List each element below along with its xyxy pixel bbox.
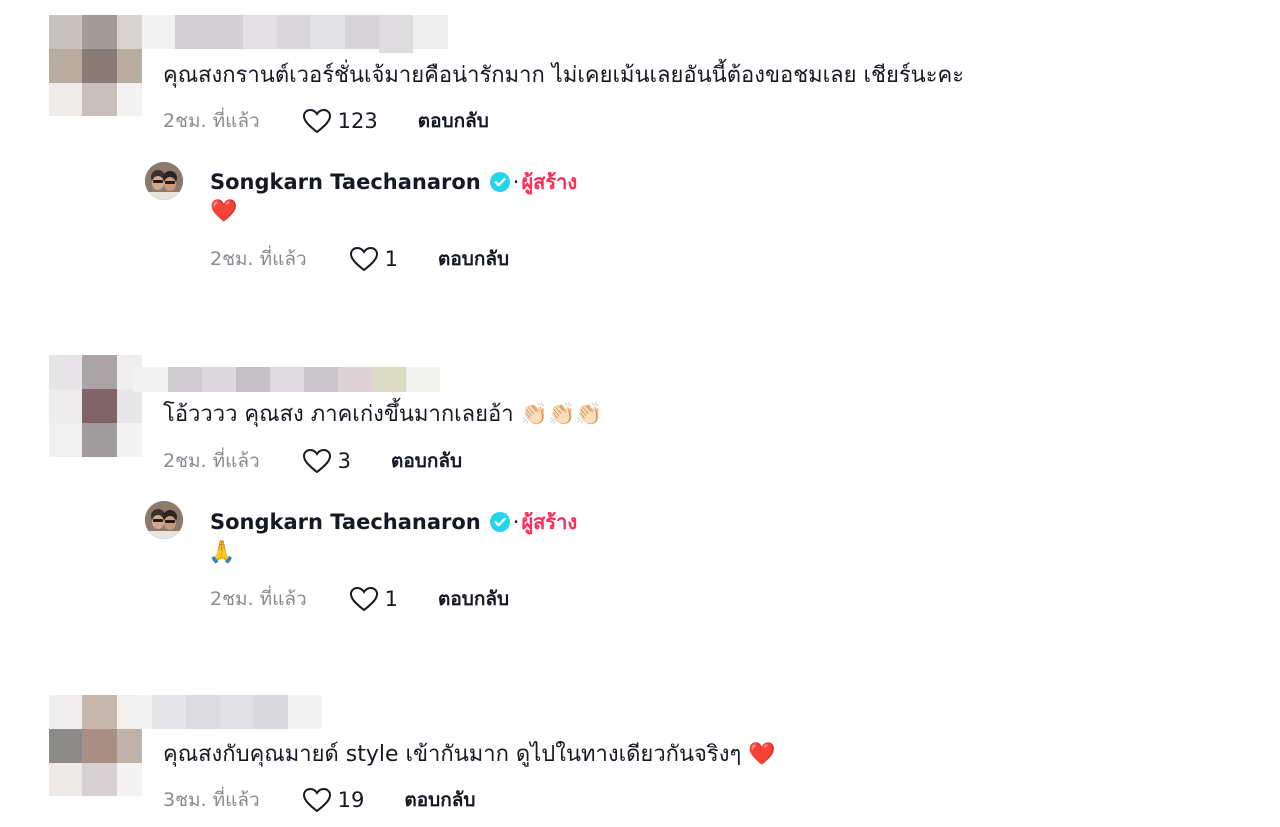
reply-time: 2ชม. ที่แล้ว [210,248,307,270]
like-count: 3 [337,449,352,473]
comment-time: 2ชม. ที่แล้ว [163,110,260,132]
separator-dot: · [512,170,520,194]
separator-dot: · [512,510,520,534]
like-count: 19 [337,788,365,812]
reply-button[interactable]: ตอบกลับ [438,244,509,274]
creator-label: ผู้สร้าง [521,510,578,534]
commenter-username-blurred[interactable] [142,695,322,729]
commenter-username-blurred[interactable] [142,15,448,53]
heart-outline-icon [349,586,378,612]
comment-time: 2ชม. ที่แล้ว [163,450,260,472]
like-button[interactable]: 1 [349,586,398,612]
comment-meta: 2ชม. ที่แล้ว 3 ตอบกลับ [163,446,462,476]
reply-button[interactable]: ตอบกลับ [391,446,462,476]
like-button[interactable]: 1 [349,246,398,272]
like-count: 1 [384,587,399,611]
creator-avatar[interactable] [145,162,183,200]
comment-text: คุณสงกรานต์เวอร์ชั่นเจ้มายคือน่ารักมาก ไ… [163,63,965,88]
commenter-avatar-blurred[interactable] [49,355,142,457]
like-count: 1 [384,247,399,271]
commenter-username-blurred[interactable] [133,367,440,392]
comment-text: โอ้วววว คุณสง ภาคเก่งขึ้นมากเลยอ้า 👏🏻👏🏻👏… [163,402,603,427]
reply-text: ❤️ [210,199,238,224]
commenter-avatar-blurred[interactable] [49,695,142,796]
heart-outline-icon [302,787,331,813]
creator-username-row: Songkarn Taechanaron · ผู้สร้าง [210,166,577,198]
like-count: 123 [337,109,378,133]
creator-username[interactable]: Songkarn Taechanaron [210,170,481,194]
creator-label: ผู้สร้าง [521,170,578,194]
heart-outline-icon [349,246,378,272]
creator-username-row: Songkarn Taechanaron · ผู้สร้าง [210,506,577,538]
verified-badge-icon [489,172,510,192]
reply-button[interactable]: ตอบกลับ [418,106,489,136]
heart-outline-icon [302,448,331,474]
comment-meta: 2ชม. ที่แล้ว 123 ตอบกลับ [163,106,489,136]
comment-meta: 3ชม. ที่แล้ว 19 ตอบกลับ [163,785,475,815]
reply-button[interactable]: ตอบกลับ [404,785,475,815]
comment-time: 3ชม. ที่แล้ว [163,789,260,811]
reply-meta: 2ชม. ที่แล้ว 1 ตอบกลับ [210,584,509,614]
reply-time: 2ชม. ที่แล้ว [210,588,307,610]
creator-username[interactable]: Songkarn Taechanaron [210,510,481,534]
comment-text: คุณสงกับคุณมายด์ style เข้ากันมาก ดูไปใน… [163,742,776,767]
like-button[interactable]: 123 [302,108,378,134]
like-button[interactable]: 19 [302,787,365,813]
creator-avatar-image [145,501,183,539]
reply-meta: 2ชม. ที่แล้ว 1 ตอบกลับ [210,244,509,274]
commenter-avatar-blurred[interactable] [49,15,142,116]
heart-outline-icon [302,108,331,134]
reply-button[interactable]: ตอบกลับ [438,584,509,614]
creator-avatar[interactable] [145,501,183,539]
like-button[interactable]: 3 [302,448,351,474]
verified-badge-icon [489,512,510,532]
creator-avatar-image [145,162,183,200]
reply-text: 🙏 [208,540,236,565]
